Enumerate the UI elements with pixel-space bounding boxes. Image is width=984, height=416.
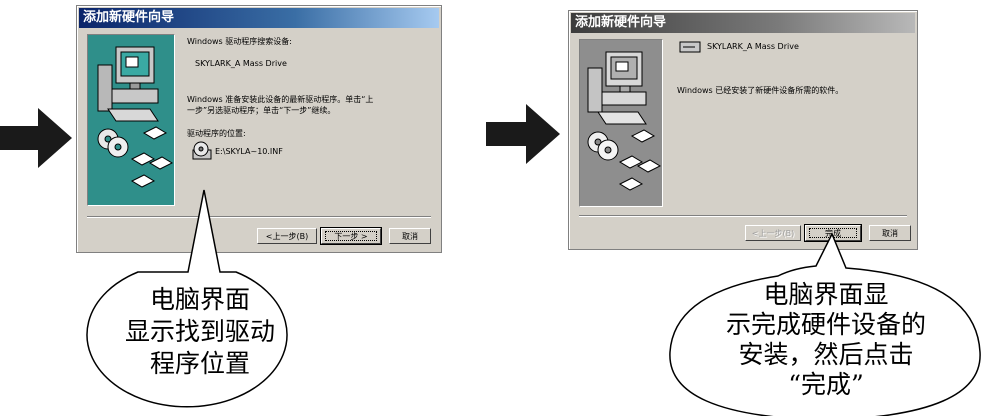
right-arrow-icon (486, 104, 560, 164)
device-name: SKYLARK_A Mass Drive (707, 42, 799, 51)
callout-line: 电脑界面显 (763, 280, 889, 309)
message-line-2: 一步”另选驱动程序；单击“下一步”继续。 (187, 106, 336, 115)
dialog-title: 添加新硬件向导 (571, 13, 915, 33)
driver-path: E:\SKYLA~10.INF (215, 147, 283, 156)
callout-line: 示完成硬件设备的 (725, 310, 926, 339)
completion-message: Windows 已经安装了新硬件设备所需的软件。 (677, 86, 844, 95)
dialog-title: 添加新硬件向导 (79, 8, 439, 28)
right-arrow-icon (0, 108, 72, 168)
callout-line: “完成” (788, 370, 864, 399)
divider (579, 215, 907, 217)
left-callout-text: 电脑界面 显示找到驱动 程序位置 (86, 284, 314, 380)
cd-drive-icon (192, 141, 212, 160)
right-callout-text: 电脑界面显 示完成硬件设备的 安装，然后点击 “完成” (676, 280, 976, 400)
cancel-button[interactable]: 取消 (389, 228, 431, 244)
wizard-side-panel (579, 39, 663, 207)
callout-line: 安装，然后点击 (738, 340, 914, 369)
add-hardware-wizard-dialog: 添加新硬件向导 SKYLARK_A Mass Drive Windows 已经安… (568, 10, 918, 250)
search-heading: Windows 驱动程序搜索设备: (187, 37, 292, 46)
callout-line: 程序位置 (149, 349, 250, 378)
drive-icon (679, 41, 701, 53)
computer-illustration-icon (587, 51, 662, 191)
device-name: SKYLARK_A Mass Drive (195, 59, 287, 68)
callout-line: 显示找到驱动 (124, 317, 275, 346)
location-label: 驱动程序的位置: (187, 129, 246, 138)
callout-line: 电脑界面 (149, 285, 250, 314)
message-line-1: Windows 准备安装此设备的最新驱动程序。单击“上 (187, 95, 374, 104)
